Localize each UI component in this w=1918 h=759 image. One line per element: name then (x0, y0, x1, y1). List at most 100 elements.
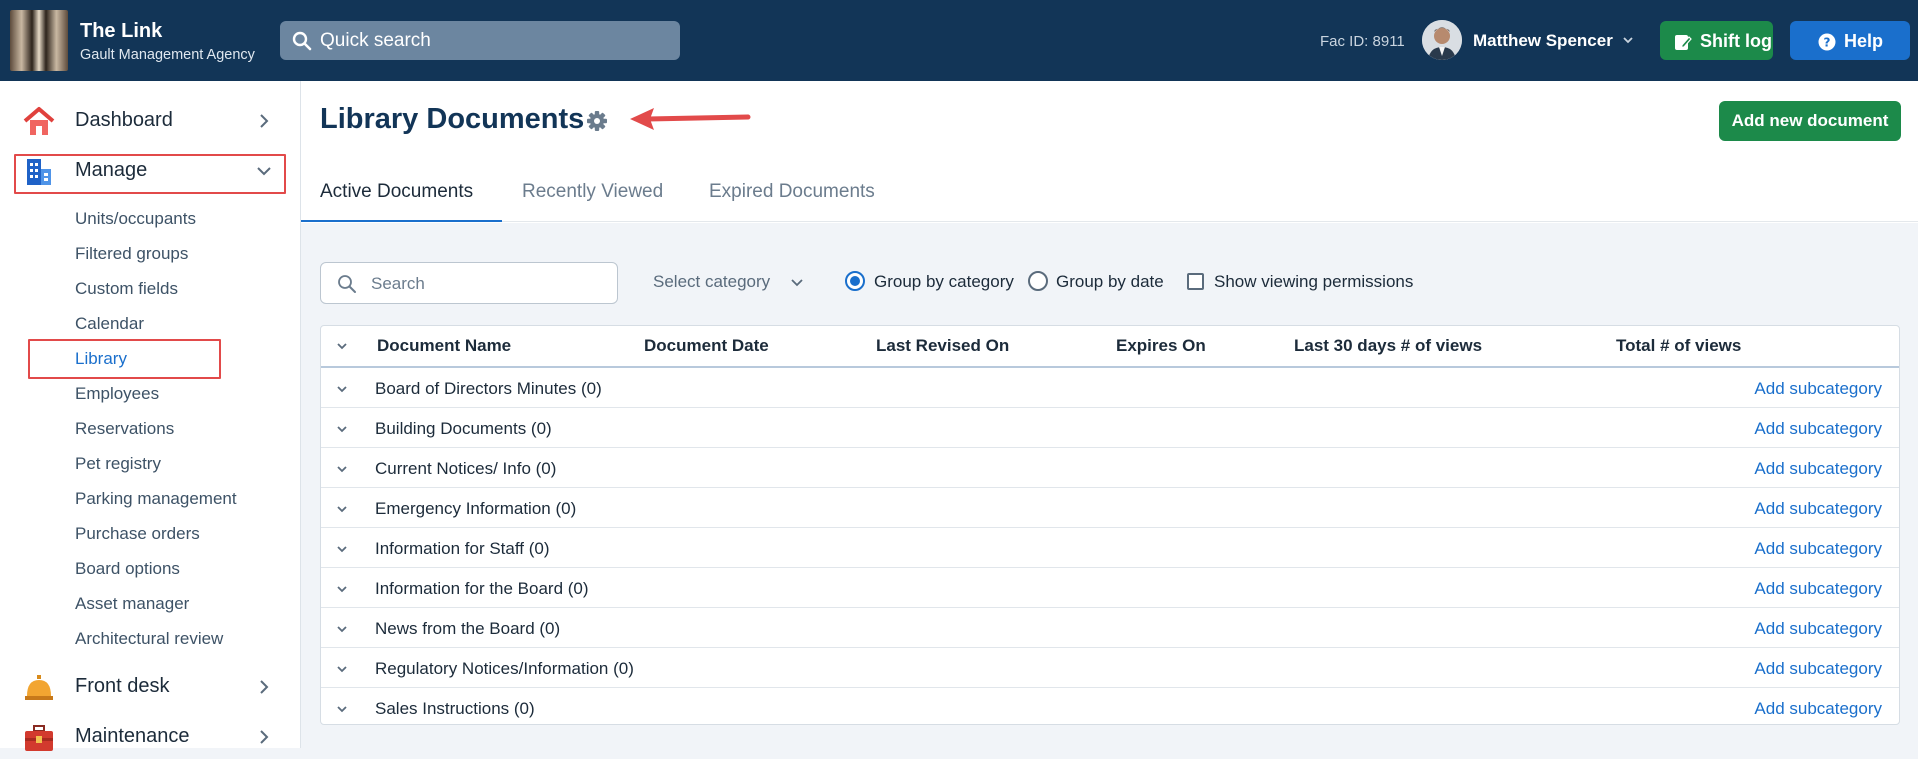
sidebar-subitem-board-options[interactable]: Board options (75, 559, 180, 579)
add-subcategory-link[interactable]: Add subcategory (1754, 579, 1882, 599)
category-name: Emergency Information (0) (375, 499, 577, 518)
show-permissions-checkbox[interactable] (1187, 273, 1204, 290)
tab-active-documents[interactable]: Active Documents (320, 181, 473, 203)
column-header[interactable]: Last Revised On (876, 336, 1009, 356)
column-header[interactable]: Document Name (377, 336, 511, 356)
category-name: Regulatory Notices/Information (0) (375, 659, 634, 678)
category-select[interactable]: Select category (653, 272, 803, 292)
house-icon (22, 105, 56, 139)
column-header[interactable]: Document Date (644, 336, 769, 356)
sidebar-subitem-asset-manager[interactable]: Asset manager (75, 594, 189, 614)
quick-search-box[interactable]: Quick search (280, 21, 680, 60)
quick-search-label: Quick search (320, 30, 431, 51)
table-row: Board of Directors Minutes (0) Add subcat… (321, 368, 1899, 408)
help-label: Help (1844, 31, 1884, 51)
library-highlight-box (28, 339, 221, 379)
chevron-down-icon[interactable] (336, 425, 348, 434)
chevron-down-icon[interactable] (336, 505, 348, 514)
chevron-down-icon[interactable] (336, 665, 348, 674)
gear-icon[interactable] (586, 110, 608, 132)
table-row: Information for the Board (0) Add subcate… (321, 568, 1899, 608)
column-header[interactable]: Last 30 days # of views (1294, 336, 1482, 356)
column-header[interactable]: Expires On (1116, 336, 1206, 356)
category-name: Information for Staff (0) (375, 539, 550, 558)
sidebar-item-front-desk[interactable]: Front desk (0, 665, 300, 709)
add-subcategory-link[interactable]: Add subcategory (1754, 499, 1882, 519)
group-by-category-label[interactable]: Group by category (874, 272, 1014, 292)
top-bar: The Link Gault Management Agency Quick s… (0, 0, 1918, 81)
category-name: News from the Board (0) (375, 619, 561, 638)
svg-text:?: ? (1824, 35, 1831, 49)
chevron-down-icon[interactable] (336, 705, 348, 714)
document-search-input[interactable] (369, 272, 603, 296)
category-name: Current Notices/ Info (0) (375, 459, 557, 478)
sidebar-subitem-reservations[interactable]: Reservations (75, 419, 174, 439)
user-avatar[interactable] (1422, 20, 1462, 60)
sidebar-subitem-calendar[interactable]: Calendar (75, 314, 144, 334)
chevron-down-icon[interactable] (336, 385, 348, 394)
category-name: Information for the Board (0) (375, 579, 589, 598)
category-name: Sales Instructions (0) (375, 699, 535, 718)
chevron-right-icon (258, 729, 270, 745)
table-row: Information for Staff (0) Add subcategory (321, 528, 1899, 568)
collapse-all-chevron-icon[interactable] (336, 342, 348, 351)
table-row: Building Documents (0) Add subcategory (321, 408, 1899, 448)
chevron-down-icon (790, 278, 804, 288)
chevron-down-icon[interactable] (336, 585, 348, 594)
chevron-down-icon[interactable] (1622, 35, 1634, 45)
document-search-box[interactable] (320, 262, 618, 304)
category-select-label: Select category (653, 272, 771, 291)
group-by-category-radio[interactable] (845, 271, 865, 291)
group-by-date-label[interactable]: Group by date (1056, 272, 1164, 292)
chevron-down-icon[interactable] (336, 545, 348, 554)
sidebar-subitem-filtered-groups[interactable]: Filtered groups (75, 244, 188, 264)
sidebar-item-maintenance[interactable]: Maintenance (0, 715, 300, 759)
add-subcategory-link[interactable]: Add subcategory (1754, 539, 1882, 559)
page-title: Library Documents (320, 103, 585, 135)
group-by-date-radio[interactable] (1028, 271, 1048, 291)
active-tab-indicator (301, 220, 502, 222)
add-subcategory-link[interactable]: Add subcategory (1754, 459, 1882, 479)
add-subcategory-link[interactable]: Add subcategory (1754, 419, 1882, 439)
tab-recently-viewed[interactable]: Recently Viewed (522, 181, 663, 203)
manage-highlight-box (14, 154, 286, 194)
add-subcategory-link[interactable]: Add subcategory (1754, 619, 1882, 639)
add-subcategory-link[interactable]: Add subcategory (1754, 699, 1882, 719)
search-icon (292, 31, 312, 51)
sidebar-subitem-custom-fields[interactable]: Custom fields (75, 279, 178, 299)
sidebar-item-label: Maintenance (75, 725, 190, 747)
table-row: Emergency Information (0) Add subcategory (321, 488, 1899, 528)
documents-table: Document Name Document Date Last Revised… (320, 325, 1900, 725)
chevron-down-icon[interactable] (336, 625, 348, 634)
column-header[interactable]: Total # of views (1616, 336, 1741, 356)
add-subcategory-link[interactable]: Add subcategory (1754, 379, 1882, 399)
sidebar-subitem-architectural-review[interactable]: Architectural review (75, 629, 223, 649)
user-name[interactable]: Matthew Spencer (1473, 31, 1613, 51)
add-subcategory-link[interactable]: Add subcategory (1754, 659, 1882, 679)
category-name: Board of Directors Minutes (0) (375, 379, 602, 398)
chevron-down-icon[interactable] (336, 465, 348, 474)
note-edit-icon (1674, 33, 1692, 51)
question-circle-icon: ? (1818, 33, 1836, 51)
chevron-right-icon (258, 113, 270, 129)
table-row: Sales Instructions (0) Add subcategory (321, 688, 1899, 724)
brand-logo[interactable] (10, 10, 68, 71)
add-new-document-button[interactable]: Add new document (1719, 101, 1901, 141)
sidebar-subitem-employees[interactable]: Employees (75, 384, 159, 404)
sidebar-subitem-units-occupants[interactable]: Units/occupants (75, 209, 196, 229)
help-button[interactable]: ? Help (1790, 21, 1910, 60)
tab-expired-documents[interactable]: Expired Documents (709, 181, 875, 203)
table-row: Current Notices/ Info (0) Add subcategory (321, 448, 1899, 488)
sidebar-subitem-parking-management[interactable]: Parking management (75, 489, 237, 509)
show-permissions-label[interactable]: Show viewing permissions (1214, 272, 1413, 292)
sidebar: Dashboard Manage Units/occupants Filtere… (0, 81, 301, 751)
brand-title: The Link (80, 20, 163, 42)
toolbox-icon (22, 721, 56, 755)
sidebar-item-dashboard[interactable]: Dashboard (0, 99, 300, 143)
sidebar-subitem-purchase-orders[interactable]: Purchase orders (75, 524, 200, 544)
shift-log-label: Shift log (1700, 31, 1772, 51)
shift-log-button[interactable]: Shift log (1660, 21, 1773, 60)
bell-icon (22, 671, 56, 705)
category-name: Building Documents (0) (375, 419, 552, 438)
sidebar-subitem-pet-registry[interactable]: Pet registry (75, 454, 161, 474)
